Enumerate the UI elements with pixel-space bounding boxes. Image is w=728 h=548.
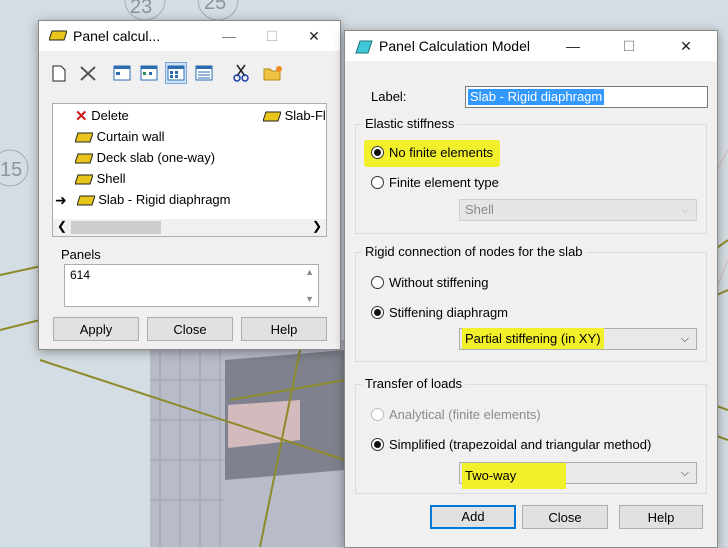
finite-element-type-label: Finite element type [389, 175, 499, 190]
scroll-right-icon[interactable]: ❯ [312, 219, 322, 233]
list-item-curtain-wall[interactable]: Curtain wall [75, 126, 165, 147]
finite-element-type-radio[interactable] [371, 176, 384, 189]
close-button[interactable]: Close [147, 317, 233, 341]
list-item-label: Slab - Rigid diaphragm [98, 192, 231, 207]
current-arrow-icon: ➜ [55, 192, 67, 209]
label-value: Slab - Rigid diaphragm [468, 89, 605, 105]
load-method-select[interactable]: Two-way ⌵ [459, 462, 697, 489]
list-hscrollbar[interactable]: ❮ ❯ [53, 219, 326, 236]
list-item-deck-slab[interactable]: Deck slab (one-way) [75, 147, 215, 168]
maximize-button[interactable]: ☐ [607, 31, 651, 61]
view3-button-active[interactable] [165, 62, 187, 84]
list-item-label: Delete [91, 108, 129, 123]
scroll-down-icon[interactable]: ▼ [305, 294, 314, 304]
minimize-button[interactable]: — [551, 31, 595, 61]
chevron-down-icon: ⌵ [680, 333, 689, 345]
list-item-label: Deck slab (one-way) [96, 150, 216, 165]
panel-calculations-window: Panel calcul... — ☐ ✕ ✕ Delete Curtain w… [38, 20, 341, 350]
new-icon[interactable] [52, 65, 66, 82]
add-button[interactable]: Add [430, 505, 516, 529]
label-caption: Label: [371, 89, 407, 104]
window-title: Panel calcul... [73, 28, 161, 44]
slab-icon [75, 174, 93, 185]
slab-icon [75, 153, 93, 164]
cut-icon[interactable] [233, 64, 249, 82]
scroll-left-icon[interactable]: ❮ [57, 219, 67, 233]
list-item-label: Slab-Fle [284, 108, 326, 123]
list-item-label: Curtain wall [96, 129, 165, 144]
apply-button[interactable]: Apply [53, 317, 139, 341]
stiffening-select[interactable]: Partial stiffening (in XY) ⌵ [459, 328, 697, 350]
elastic-stiffness-title: Elastic stiffness [362, 116, 458, 131]
panels-label: Panels [61, 247, 101, 262]
delete-icon[interactable] [79, 65, 97, 82]
without-stiffening-label: Without stiffening [389, 275, 489, 290]
no-finite-elements-radio[interactable] [371, 146, 384, 159]
load-method-value: Two-way [462, 463, 566, 489]
list-item-label: Shell [96, 171, 126, 186]
analytical-radio[interactable] [371, 408, 384, 421]
stiffening-value: Partial stiffening (in XY) [462, 328, 604, 349]
grid-label-25: 25 [204, 0, 226, 14]
close-button[interactable]: Close [522, 505, 608, 529]
titlebar[interactable]: Panel calcul... — ☐ ✕ [39, 21, 340, 51]
minimize-button[interactable]: — [207, 21, 251, 51]
fe-type-select[interactable]: Shell ⌵ [459, 199, 697, 221]
view1-icon[interactable] [113, 65, 131, 81]
list-item-slab-flex[interactable]: Slab-Fle [263, 105, 326, 126]
slab-icon [75, 132, 93, 143]
panel-calculation-model-dialog: Panel Calculation Model — ☐ ✕ Label: Sla… [344, 30, 718, 548]
red-x-icon: ✕ [75, 108, 88, 126]
simplified-radio[interactable] [371, 438, 384, 451]
close-window-button[interactable]: ✕ [664, 31, 708, 61]
panels-value: 614 [70, 268, 91, 282]
chevron-down-icon: ⌵ [680, 467, 689, 479]
help-button[interactable]: Help [241, 317, 327, 341]
open-folder-icon[interactable] [263, 65, 283, 81]
window-title: Panel Calculation Model [379, 38, 530, 54]
window-app-icon [355, 40, 373, 54]
stiffening-diaphragm-radio[interactable] [371, 306, 384, 319]
panels-textarea[interactable]: 614 ▲ ▼ [64, 264, 319, 307]
no-finite-elements-label: No finite elements [389, 145, 494, 160]
scroll-up-icon[interactable]: ▲ [305, 267, 314, 277]
toolbar [49, 62, 329, 85]
window-app-icon [49, 30, 67, 41]
grid-label-15: 15 [0, 159, 22, 181]
stiffening-diaphragm-label: Stiffening diaphragm [389, 305, 509, 320]
slab-icon [76, 195, 95, 206]
list-item-slab-rigid[interactable]: ➜ Slab - Rigid diaphragm [55, 189, 230, 210]
transfer-of-loads-title: Transfer of loads [362, 376, 466, 391]
rigid-connection-title: Rigid connection of nodes for the slab [362, 244, 586, 259]
view4-icon[interactable] [195, 65, 213, 81]
fe-type-value: Shell [465, 202, 494, 217]
help-button[interactable]: Help [619, 505, 703, 529]
calc-model-list[interactable]: ✕ Delete Curtain wall Deck slab (one-way… [52, 103, 327, 237]
list-item-delete[interactable]: ✕ Delete [75, 105, 129, 126]
view3-icon [167, 65, 185, 81]
simplified-label: Simplified (trapezoidal and triangular m… [389, 437, 652, 452]
view2-icon[interactable] [140, 65, 158, 81]
list-item-shell[interactable]: Shell [75, 168, 126, 189]
without-stiffening-radio[interactable] [371, 276, 384, 289]
slab-icon [263, 111, 281, 122]
label-input[interactable]: Slab - Rigid diaphragm [465, 86, 708, 108]
close-window-button[interactable]: ✕ [292, 21, 336, 51]
analytical-label: Analytical (finite elements) [389, 407, 541, 422]
scroll-thumb[interactable] [71, 221, 161, 234]
grid-label-23: 23 [130, 0, 152, 18]
chevron-down-icon: ⌵ [680, 204, 689, 216]
titlebar[interactable]: Panel Calculation Model — ☐ ✕ [345, 31, 717, 61]
maximize-button[interactable]: ☐ [250, 21, 294, 51]
